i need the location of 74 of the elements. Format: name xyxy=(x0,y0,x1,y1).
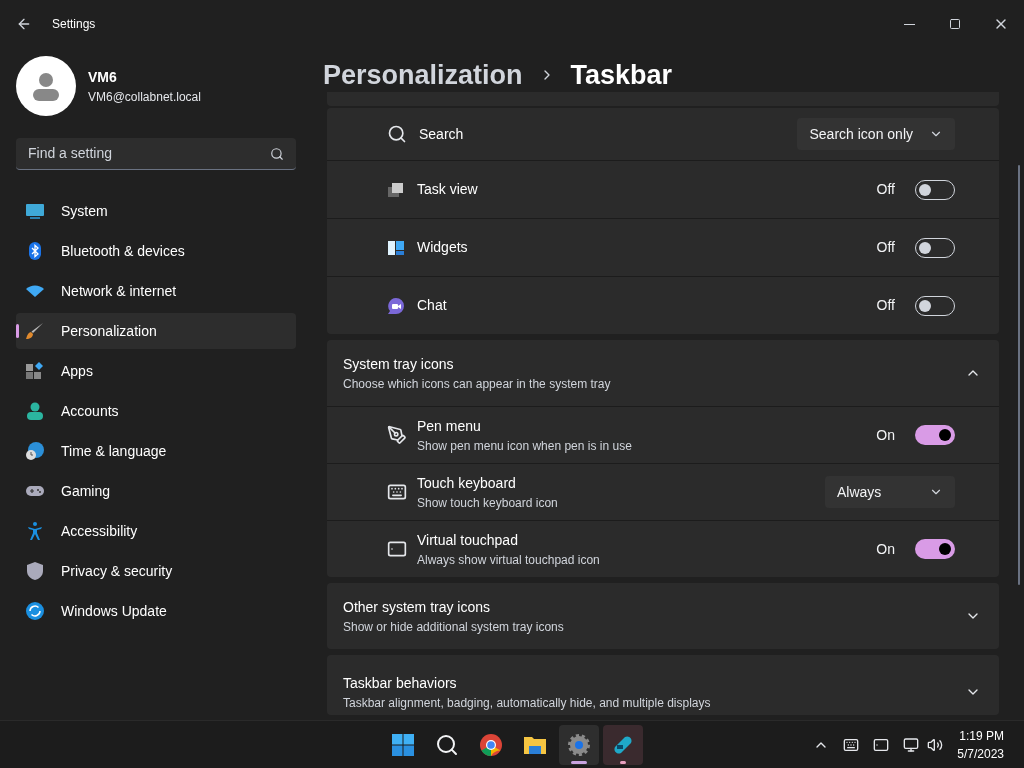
brush-icon xyxy=(25,321,45,341)
nav-item[interactable]: Windows Update xyxy=(16,593,296,629)
setting-description: Show pen menu icon when pen is in use xyxy=(417,437,632,455)
scrollbar[interactable] xyxy=(1018,165,1020,585)
window-title: Settings xyxy=(52,16,96,33)
nav-item[interactable]: Network & internet xyxy=(16,273,296,309)
minimize-icon xyxy=(903,23,915,25)
person-icon xyxy=(25,401,45,421)
toggle-state: Off xyxy=(876,238,895,257)
section-subtitle: Choose which icons can appear in the system tray xyxy=(343,375,611,393)
windows-logo-icon xyxy=(391,732,415,757)
section-title: System tray icons xyxy=(343,354,455,374)
setting-description: Show touch keyboard icon xyxy=(417,494,558,512)
setting-label: Widgets xyxy=(417,238,468,257)
nav-item[interactable]: Accounts xyxy=(16,393,296,429)
pen-icon xyxy=(387,425,407,445)
setting-label: Chat xyxy=(417,296,447,315)
update-icon xyxy=(25,601,45,621)
person-icon xyxy=(30,70,62,102)
toggle-switch[interactable] xyxy=(915,425,955,445)
toggle-state: On xyxy=(876,539,895,559)
page-title: Taskbar xyxy=(570,58,673,92)
toggle-state: On xyxy=(876,425,895,445)
volume-icon[interactable] xyxy=(927,736,944,753)
nav-item[interactable]: Bluetooth & devices xyxy=(16,233,296,269)
windows-stack-icon xyxy=(387,180,405,199)
globe-clock-icon xyxy=(25,441,45,461)
search-field[interactable]: Find a setting xyxy=(16,138,296,170)
dropdown[interactable]: Search icon only xyxy=(797,118,955,150)
apps-icon xyxy=(25,361,45,381)
user-name: VM6 xyxy=(88,67,118,87)
keyboard-icon xyxy=(387,482,407,502)
browser-icon xyxy=(479,732,503,757)
user-email: VM6@collabnet.local xyxy=(88,88,201,106)
nav-item[interactable]: Privacy & security xyxy=(16,553,296,589)
search-icon xyxy=(387,124,407,144)
monitor-icon xyxy=(25,201,45,221)
setting-label: Touch keyboard xyxy=(417,473,517,493)
touchpad-icon xyxy=(387,539,407,559)
setting-label: Virtual touchpad xyxy=(417,530,519,550)
clock-time[interactable]: 1:19 PM xyxy=(959,726,1004,745)
toggle-switch[interactable] xyxy=(915,539,955,559)
gear-icon xyxy=(567,732,591,757)
keyboard-icon[interactable] xyxy=(843,736,860,753)
dropdown[interactable]: Always xyxy=(825,476,955,508)
touchpad-icon[interactable] xyxy=(873,736,890,753)
section-title: Taskbar behaviors xyxy=(343,673,458,693)
taskbar-app[interactable] xyxy=(559,724,599,765)
shield-icon xyxy=(25,561,45,581)
search-icon xyxy=(435,732,459,757)
setting-description: Always show virtual touchpad icon xyxy=(417,551,600,569)
breadcrumb-parent[interactable]: Personalization xyxy=(323,54,523,96)
nav-item[interactable]: Accessibility xyxy=(16,513,296,549)
setting-label: Task view xyxy=(417,180,478,199)
chat-icon xyxy=(387,296,405,315)
accessibility-icon xyxy=(25,521,45,541)
widgets-icon xyxy=(387,238,405,257)
setting-label: Search xyxy=(419,124,464,144)
taskbar-app[interactable] xyxy=(603,724,643,765)
toggle-state: Off xyxy=(876,180,895,199)
nav-item[interactable]: Personalization xyxy=(16,313,296,349)
setting-label: Pen menu xyxy=(417,416,482,436)
nav-item[interactable]: Time & language xyxy=(16,433,296,469)
toggle-state: Off xyxy=(876,296,895,315)
maximize-icon xyxy=(949,18,961,30)
section-title: Other system tray icons xyxy=(343,597,492,617)
back-icon[interactable] xyxy=(16,16,32,32)
nav-item[interactable]: Gaming xyxy=(16,473,296,509)
section-subtitle: Taskbar alignment, badging, automatically hide, and multiple displays xyxy=(343,694,711,712)
nav-item[interactable]: Apps xyxy=(16,353,296,389)
nav-item[interactable]: System xyxy=(16,193,296,229)
search-icon xyxy=(270,146,284,161)
clock-date[interactable]: 5/7/2023 xyxy=(957,744,1004,763)
section-subtitle: Show or hide additional system tray icons xyxy=(343,618,564,636)
